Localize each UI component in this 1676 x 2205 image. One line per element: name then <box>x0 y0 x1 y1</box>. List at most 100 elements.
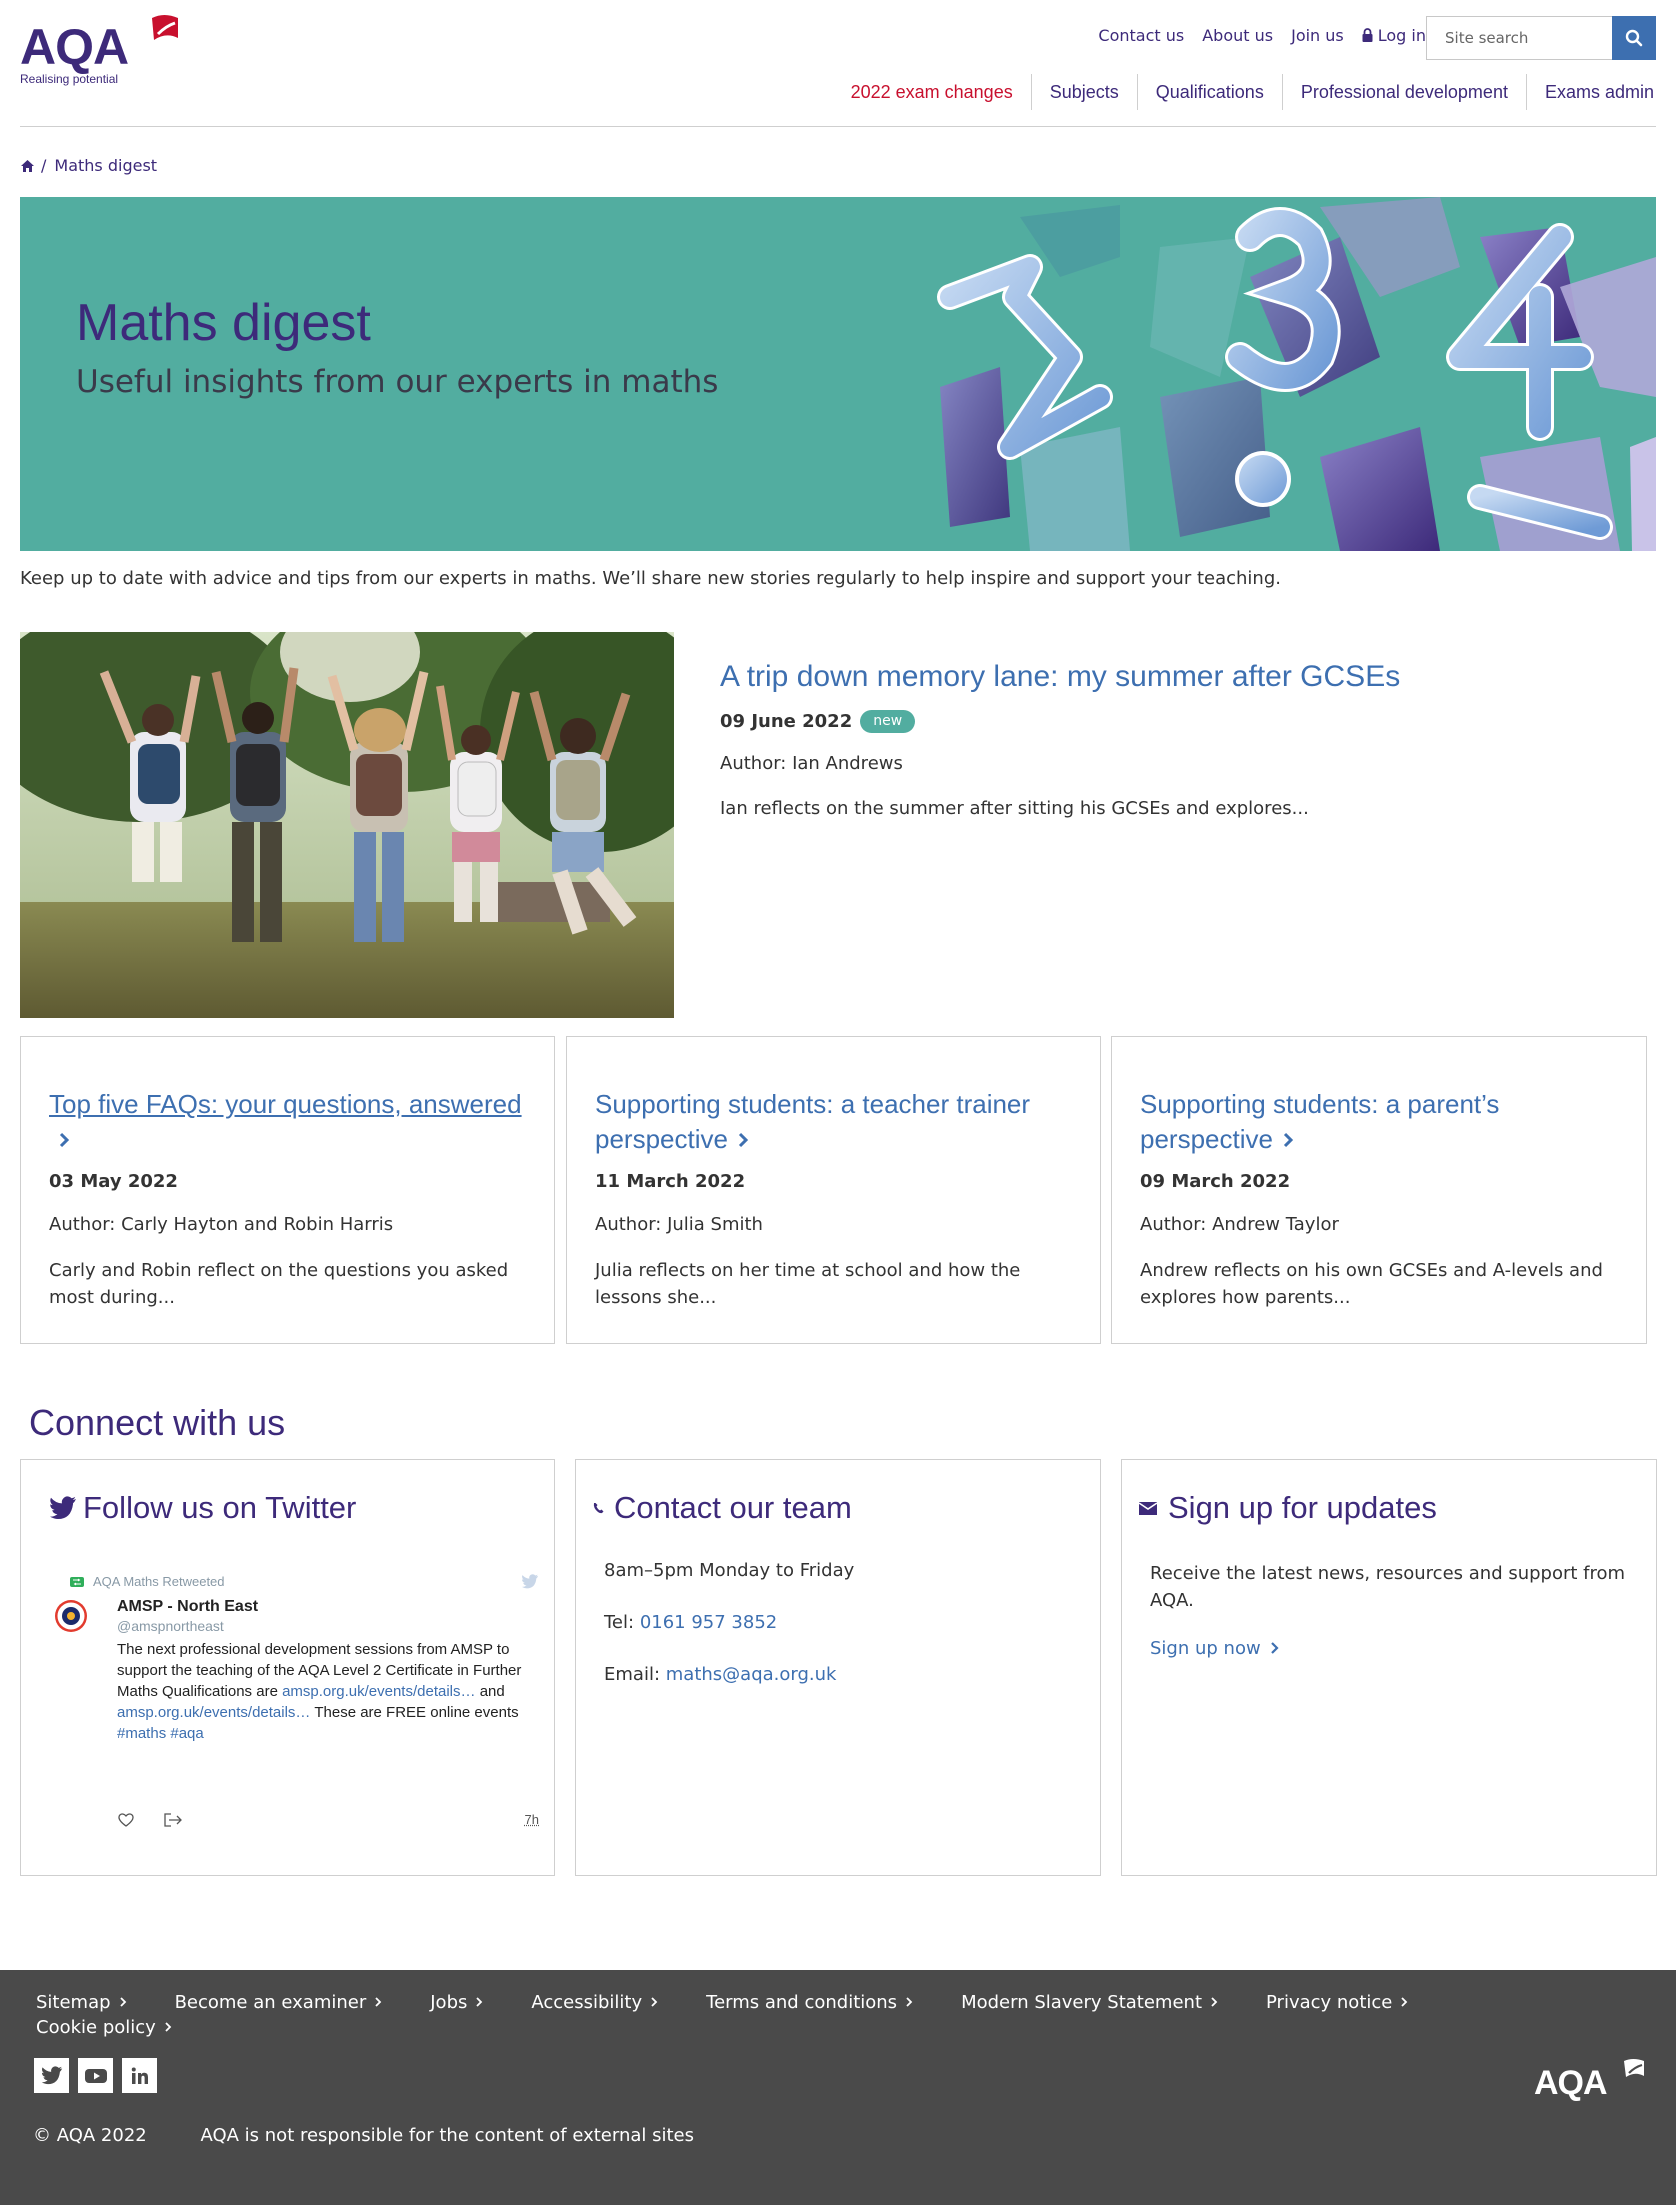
tweet-link[interactable]: amsp.org.uk/events/details… <box>282 1683 475 1700</box>
retweet-icon <box>70 1576 84 1587</box>
article-card-title: Supporting students: a parent’s perspect… <box>1140 1087 1618 1157</box>
article-card-date: 03 May 2022 <box>49 1171 178 1192</box>
heart-icon[interactable] <box>117 1812 135 1828</box>
footer-link-sitemap[interactable]: Sitemap <box>36 1990 127 2015</box>
footer-logo-wordmark: AQA <box>1534 2064 1608 2102</box>
chevron-right-icon <box>1211 1997 1218 2007</box>
search-input[interactable] <box>1426 16 1612 60</box>
new-badge: new <box>860 710 916 733</box>
chevron-right-icon <box>119 1997 126 2007</box>
signup-text: Receive the latest news, resources and s… <box>1150 1563 1626 1611</box>
article-card-author: Author: Andrew Taylor <box>1140 1214 1339 1235</box>
signup-panel: Sign up for updates Receive the latest n… <box>1121 1459 1657 1876</box>
chevron-right-icon <box>1283 1132 1294 1148</box>
avatar[interactable] <box>55 1600 87 1632</box>
footer-link-become-an-examiner[interactable]: Become an examiner <box>175 1990 383 2015</box>
social-links <box>34 2058 157 2093</box>
search-button[interactable] <box>1612 16 1656 60</box>
aqa-logo[interactable]: AQA Realising potential <box>20 14 190 90</box>
home-icon[interactable] <box>20 159 35 173</box>
footer-aqa-logo[interactable]: AQA <box>1534 2058 1646 2102</box>
twitter-heading: Follow us on Twitter <box>49 1490 356 1526</box>
chevron-right-icon <box>165 2022 172 2032</box>
sign-up-now-link[interactable]: Sign up now <box>1150 1638 1281 1659</box>
external-sites-disclaimer: AQA is not responsible for the content o… <box>200 2125 694 2146</box>
contact-tel: Tel: 0161 957 3852 <box>604 1612 777 1633</box>
nav-2022-exam-changes[interactable]: 2022 exam changes <box>833 74 1031 110</box>
main-nav: 2022 exam changes Subjects Qualification… <box>833 74 1656 110</box>
footer-link-accessibility[interactable]: Accessibility <box>531 1990 658 2015</box>
footer-link-label: Privacy notice <box>1266 1992 1393 2013</box>
chevron-right-icon <box>651 1997 658 2007</box>
featured-article-image[interactable] <box>20 632 674 1018</box>
footer-link-label: Jobs <box>430 1992 468 2013</box>
featured-article: A trip down memory lane: my summer after… <box>720 660 1620 819</box>
nav-qualifications[interactable]: Qualifications <box>1136 74 1282 110</box>
about-us-link[interactable]: About us <box>1202 26 1273 45</box>
article-card-link[interactable]: Top five FAQs: your questions, answered <box>49 1089 522 1119</box>
footer-link-jobs[interactable]: Jobs <box>430 1990 483 2015</box>
tweet-text-part: and <box>479 1683 505 1700</box>
article-card-date: 09 March 2022 <box>1140 1171 1291 1192</box>
breadcrumb-separator: / <box>41 156 47 175</box>
breadcrumb-current[interactable]: Maths digest <box>54 156 157 175</box>
tweet-link[interactable]: amsp.org.uk/events/details… <box>117 1704 310 1721</box>
tweet-actions: 7h <box>117 1810 557 1830</box>
featured-article-excerpt: Ian reflects on the summer after sitting… <box>720 798 1309 819</box>
youtube-social-button[interactable] <box>78 2058 113 2093</box>
nav-subjects[interactable]: Subjects <box>1030 74 1137 110</box>
email-link[interactable]: maths@aqa.org.uk <box>666 1664 837 1685</box>
twitter-logo-icon[interactable] <box>521 1574 539 1589</box>
featured-article-title[interactable]: A trip down memory lane: my summer after… <box>720 660 1620 694</box>
article-card: Supporting students: a parent’s perspect… <box>1111 1036 1647 1344</box>
site-header: AQA Realising potential Contact us About… <box>20 0 1656 127</box>
logo-wordmark: AQA <box>20 19 129 75</box>
footer-logo-flag-icon <box>1624 2059 1644 2077</box>
tweet-text-part: These are FREE online events <box>314 1704 519 1721</box>
nav-exams-admin[interactable]: Exams admin <box>1525 74 1656 110</box>
logo-tagline: Realising potential <box>20 72 119 86</box>
phone-icon <box>593 1503 604 1514</box>
chevron-right-icon <box>476 1997 483 2007</box>
twitter-social-button[interactable] <box>34 2058 69 2093</box>
article-card-title-text: Top five FAQs: your questions, answered <box>49 1089 522 1119</box>
phone-link[interactable]: 0161 957 3852 <box>640 1612 777 1633</box>
chevron-right-icon <box>906 1997 913 2007</box>
tweet-hashtag[interactable]: #maths <box>117 1725 166 1742</box>
youtube-icon <box>84 2068 107 2083</box>
contact-email: Email: maths@aqa.org.uk <box>604 1664 836 1685</box>
footer-link-label: Cookie policy <box>36 2017 156 2038</box>
footer-link-terms-and-conditions[interactable]: Terms and conditions <box>706 1990 913 2015</box>
tweet-hashtag[interactable]: #aqa <box>170 1725 203 1742</box>
footer-link-modern-slavery-statement[interactable]: Modern Slavery Statement <box>961 1990 1218 2015</box>
retweeted-by: AQA Maths Retweeted <box>93 1574 225 1589</box>
footer-link-label: Modern Slavery Statement <box>961 1992 1202 2013</box>
nav-professional-development[interactable]: Professional development <box>1281 74 1526 110</box>
article-card-link[interactable]: Supporting students: a parent’s perspect… <box>1140 1089 1499 1154</box>
chevron-right-icon <box>1270 1642 1279 1654</box>
tweet-time[interactable]: 7h <box>525 1812 539 1827</box>
join-us-link[interactable]: Join us <box>1291 26 1344 45</box>
search-icon <box>1625 29 1643 47</box>
article-card-author: Author: Carly Hayton and Robin Harris <box>49 1214 394 1235</box>
contact-heading: Contact our team <box>590 1490 852 1526</box>
article-card-title: Supporting students: a teacher trainer p… <box>595 1087 1072 1157</box>
chevron-right-icon <box>59 1132 70 1148</box>
footer-link-cookie-policy[interactable]: Cookie policy <box>36 2015 172 2040</box>
utility-nav: Contact us About us Join us Log in <box>1080 26 1426 45</box>
article-card-title-text: Supporting students: a teacher trainer p… <box>595 1089 1031 1154</box>
article-card-link[interactable]: Supporting students: a teacher trainer p… <box>595 1089 1030 1154</box>
footer-link-privacy-notice[interactable]: Privacy notice <box>1266 1990 1408 2015</box>
email-label: Email: <box>604 1664 661 1685</box>
page-title: Maths digest <box>76 294 371 352</box>
signup-heading-text: Sign up for updates <box>1168 1490 1437 1525</box>
contact-us-link[interactable]: Contact us <box>1098 26 1184 45</box>
tweet-author-handle[interactable]: @amspnortheast <box>117 1618 224 1634</box>
share-icon[interactable] <box>163 1812 183 1828</box>
site-search <box>1426 16 1656 60</box>
chevron-right-icon <box>738 1132 749 1148</box>
tweet-author-name[interactable]: AMSP - North East <box>117 1598 258 1616</box>
log-in-link[interactable]: Log in <box>1362 26 1426 45</box>
tweet-text: The next professional development sessio… <box>117 1639 537 1744</box>
linkedin-social-button[interactable] <box>122 2058 157 2093</box>
